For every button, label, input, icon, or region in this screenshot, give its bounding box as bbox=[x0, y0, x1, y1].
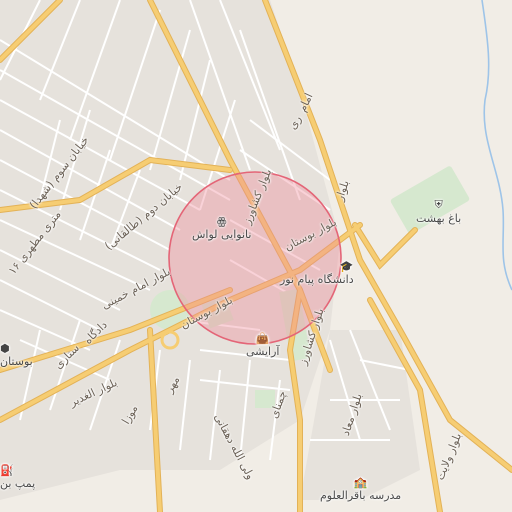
university-icon: 🎓 bbox=[339, 260, 354, 273]
school-icon: 🏫 bbox=[353, 476, 368, 489]
park-icon: ⬢ bbox=[0, 342, 10, 355]
map-view[interactable]: بلوار کشاورز بلوار بوستان بلوار کشاورز ب… bbox=[0, 0, 512, 512]
poi-bagh-behesht[interactable]: ⛨ باغ بهشت bbox=[416, 198, 461, 225]
map-base bbox=[0, 0, 512, 512]
poi-park[interactable]: ⬢ بوستان bbox=[0, 342, 33, 368]
bakery-icon: ꙮ bbox=[216, 215, 227, 228]
poi-bakery[interactable]: ꙮ نانوایی لواش bbox=[192, 215, 251, 241]
poi-university[interactable]: 🎓 دانشگاه پیام نور bbox=[280, 260, 354, 286]
poi-school[interactable]: 🏫 مدرسه باقرالعلوم bbox=[320, 476, 401, 502]
poi-cosmetics[interactable]: 👜 آرایشی bbox=[246, 332, 279, 358]
cemetery-icon: ⛨ bbox=[434, 198, 443, 211]
poi-fuel[interactable]: ⛽ پمپ بن bbox=[0, 464, 35, 490]
fuel-pump-icon: ⛽ bbox=[0, 464, 14, 477]
shopping-bag-icon: 👜 bbox=[255, 332, 270, 345]
